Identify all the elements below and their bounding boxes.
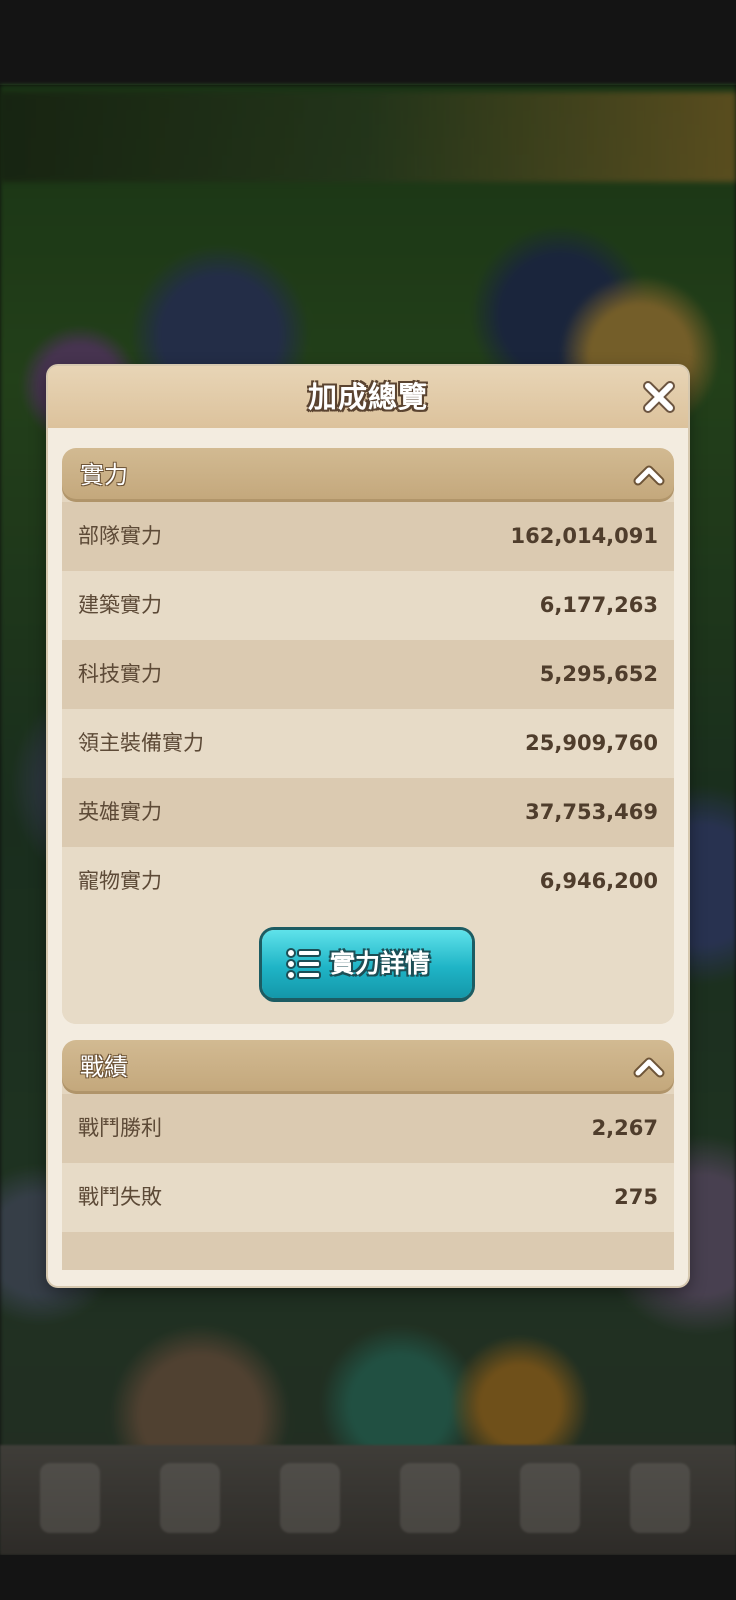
- stat-label: 建築實力: [78, 593, 162, 617]
- stat-label: 領主裝備實力: [78, 731, 204, 755]
- stat-label: 戰鬥勝利: [78, 1116, 162, 1140]
- stat-value: 2,267: [591, 1116, 658, 1140]
- stat-row-cut-off: [62, 1232, 674, 1270]
- close-icon[interactable]: [640, 378, 678, 416]
- stat-row-battles-lost: 戰鬥失敗 275: [62, 1163, 674, 1232]
- power-details-button[interactable]: 實力詳情: [262, 930, 472, 998]
- stat-value: 275: [614, 1185, 658, 1209]
- stat-value: 6,946,200: [539, 869, 658, 893]
- dialog-title: 加成總覽: [307, 380, 428, 414]
- power-section-title: 實力: [80, 461, 128, 489]
- power-details-button-label: 實力詳情: [330, 949, 431, 978]
- stat-label: 英雄實力: [78, 800, 162, 824]
- stat-value: 162,014,091: [510, 524, 658, 548]
- stat-row-building-power: 建築實力 6,177,263: [62, 571, 674, 640]
- list-icon: [286, 948, 321, 980]
- battle-record-section-header[interactable]: 戰績: [62, 1040, 674, 1094]
- stat-label: 戰鬥失敗: [78, 1185, 162, 1209]
- chevron-up-icon[interactable]: [632, 1050, 666, 1084]
- dialog-scroll-content[interactable]: 實力 部隊實力 162,014,091 建築實力 6,177,263 科技實力: [62, 448, 674, 1270]
- dialog-header: 加成總覽: [48, 366, 688, 428]
- chevron-up-icon[interactable]: [632, 458, 666, 492]
- bottom-letterbox: [0, 1555, 736, 1600]
- screen: 加成總覽 實力 部隊實力 162,014,091 建築實力 6,177,263 …: [0, 0, 736, 1600]
- stat-label: 部隊實力: [78, 524, 162, 548]
- bonus-overview-dialog: 加成總覽 實力 部隊實力 162,014,091 建築實力 6,177,263 …: [48, 366, 688, 1286]
- stat-label: 科技實力: [78, 662, 162, 686]
- stat-row-hero-power: 英雄實力 37,753,469: [62, 778, 674, 847]
- stat-row-tech-power: 科技實力 5,295,652: [62, 640, 674, 709]
- power-details-area: 實力詳情: [62, 916, 674, 1024]
- stat-row-battles-won: 戰鬥勝利 2,267: [62, 1094, 674, 1163]
- stat-row-lord-gear-power: 領主裝備實力 25,909,760: [62, 709, 674, 778]
- stat-value: 25,909,760: [525, 731, 658, 755]
- power-section: 實力 部隊實力 162,014,091 建築實力 6,177,263 科技實力: [62, 448, 674, 1024]
- stat-row-troop-power: 部隊實力 162,014,091: [62, 502, 674, 571]
- power-section-header[interactable]: 實力: [62, 448, 674, 502]
- battle-record-section-title: 戰績: [80, 1053, 128, 1081]
- stat-row-pet-power: 寵物實力 6,946,200: [62, 847, 674, 916]
- battle-record-section: 戰績 戰鬥勝利 2,267 戰鬥失敗 275: [62, 1040, 674, 1270]
- stat-label: 寵物實力: [78, 869, 162, 893]
- stat-value: 5,295,652: [539, 662, 658, 686]
- stat-value: 6,177,263: [539, 593, 658, 617]
- stat-value: 37,753,469: [525, 800, 658, 824]
